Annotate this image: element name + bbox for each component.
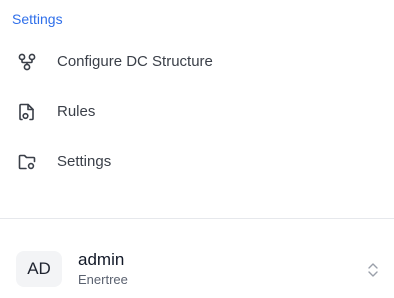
sidebar-item-label: Configure DC Structure bbox=[57, 53, 213, 70]
sidebar-item-settings[interactable]: Settings bbox=[12, 152, 382, 202]
sidebar-item-configure-dc-structure[interactable]: Configure DC Structure bbox=[12, 52, 382, 102]
avatar: AD bbox=[16, 251, 62, 287]
chevron-up-down-icon bbox=[366, 260, 380, 280]
user-switcher[interactable]: AD admin Enertree bbox=[16, 250, 380, 290]
user-org: Enertree bbox=[78, 272, 128, 287]
divider bbox=[0, 218, 394, 219]
folder-settings-icon bbox=[17, 152, 37, 172]
structure-icon bbox=[17, 52, 37, 72]
user-name: admin bbox=[78, 250, 125, 269]
sidebar-item-rules[interactable]: Rules bbox=[12, 102, 382, 152]
sidebar-item-label: Rules bbox=[57, 103, 96, 120]
rules-icon bbox=[17, 102, 37, 122]
section-title: Settings bbox=[12, 11, 63, 27]
sidebar-panel: Settings Configure DC Structure Rules Se… bbox=[0, 0, 394, 298]
sidebar-menu: Configure DC Structure Rules Settings bbox=[12, 52, 382, 202]
sidebar-item-label: Settings bbox=[57, 153, 112, 170]
